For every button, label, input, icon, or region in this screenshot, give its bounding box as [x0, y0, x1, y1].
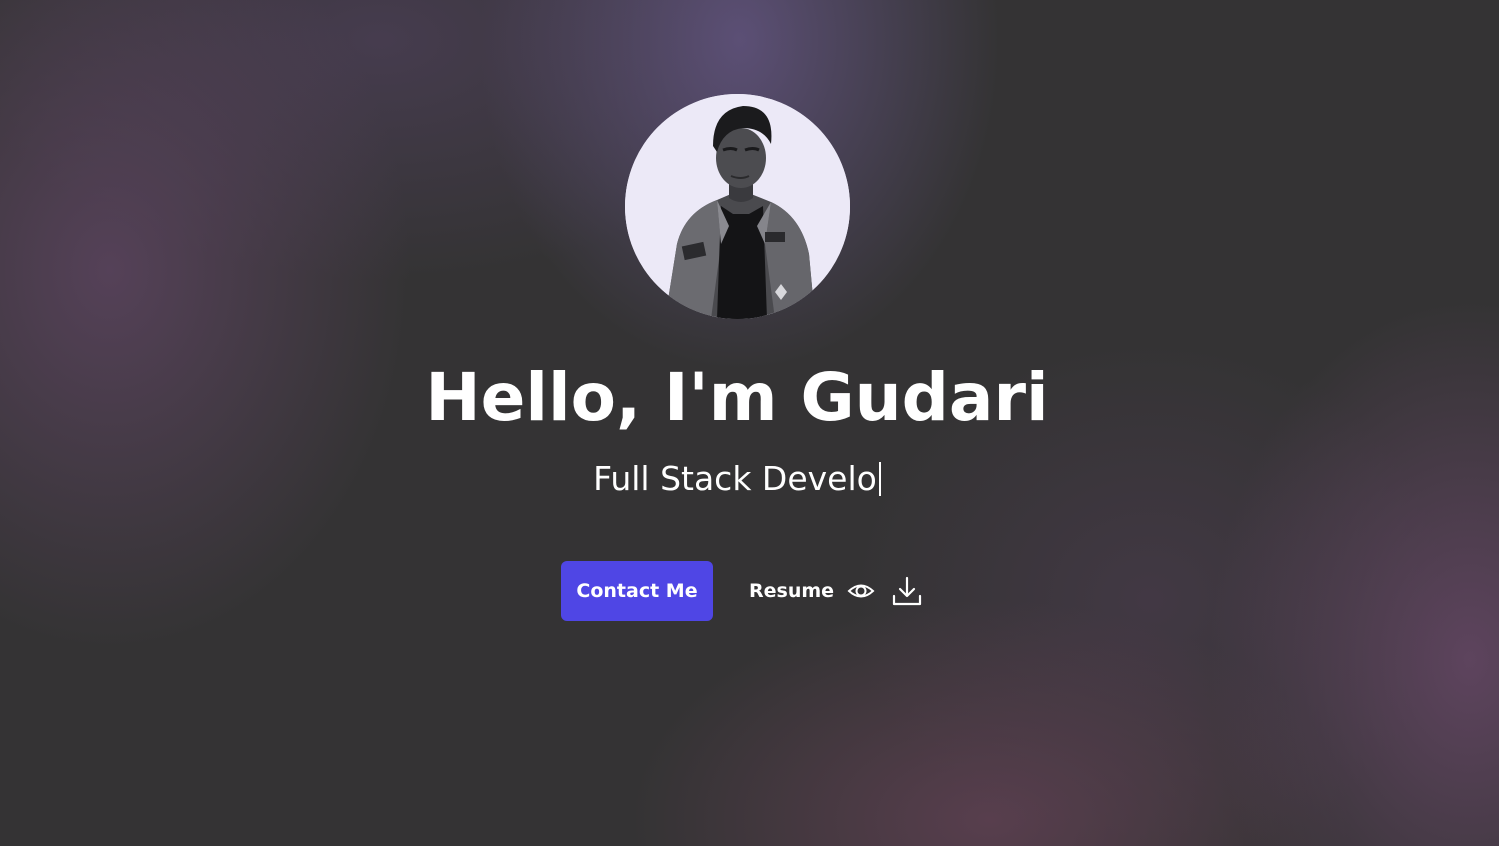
typed-role-text: Full Stack Develo: [0, 456, 1474, 502]
avatar: [625, 94, 850, 319]
profile-photo: [625, 94, 850, 319]
resume-label: Resume: [749, 580, 835, 602]
typing-cursor: [878, 462, 881, 496]
download-icon[interactable]: [890, 574, 924, 608]
hero-section: Hello, I'm Gudari Full Stack Develo Cont…: [0, 0, 1499, 846]
typed-role-label: Full Stack Develo: [593, 459, 877, 498]
contact-me-button[interactable]: Contact Me: [561, 561, 713, 621]
resume-group: Resume: [749, 574, 924, 608]
hero-actions: Contact Me Resume: [561, 561, 924, 621]
eye-icon[interactable]: [846, 576, 876, 606]
page-title: Hello, I'm Gudari: [425, 359, 1049, 436]
